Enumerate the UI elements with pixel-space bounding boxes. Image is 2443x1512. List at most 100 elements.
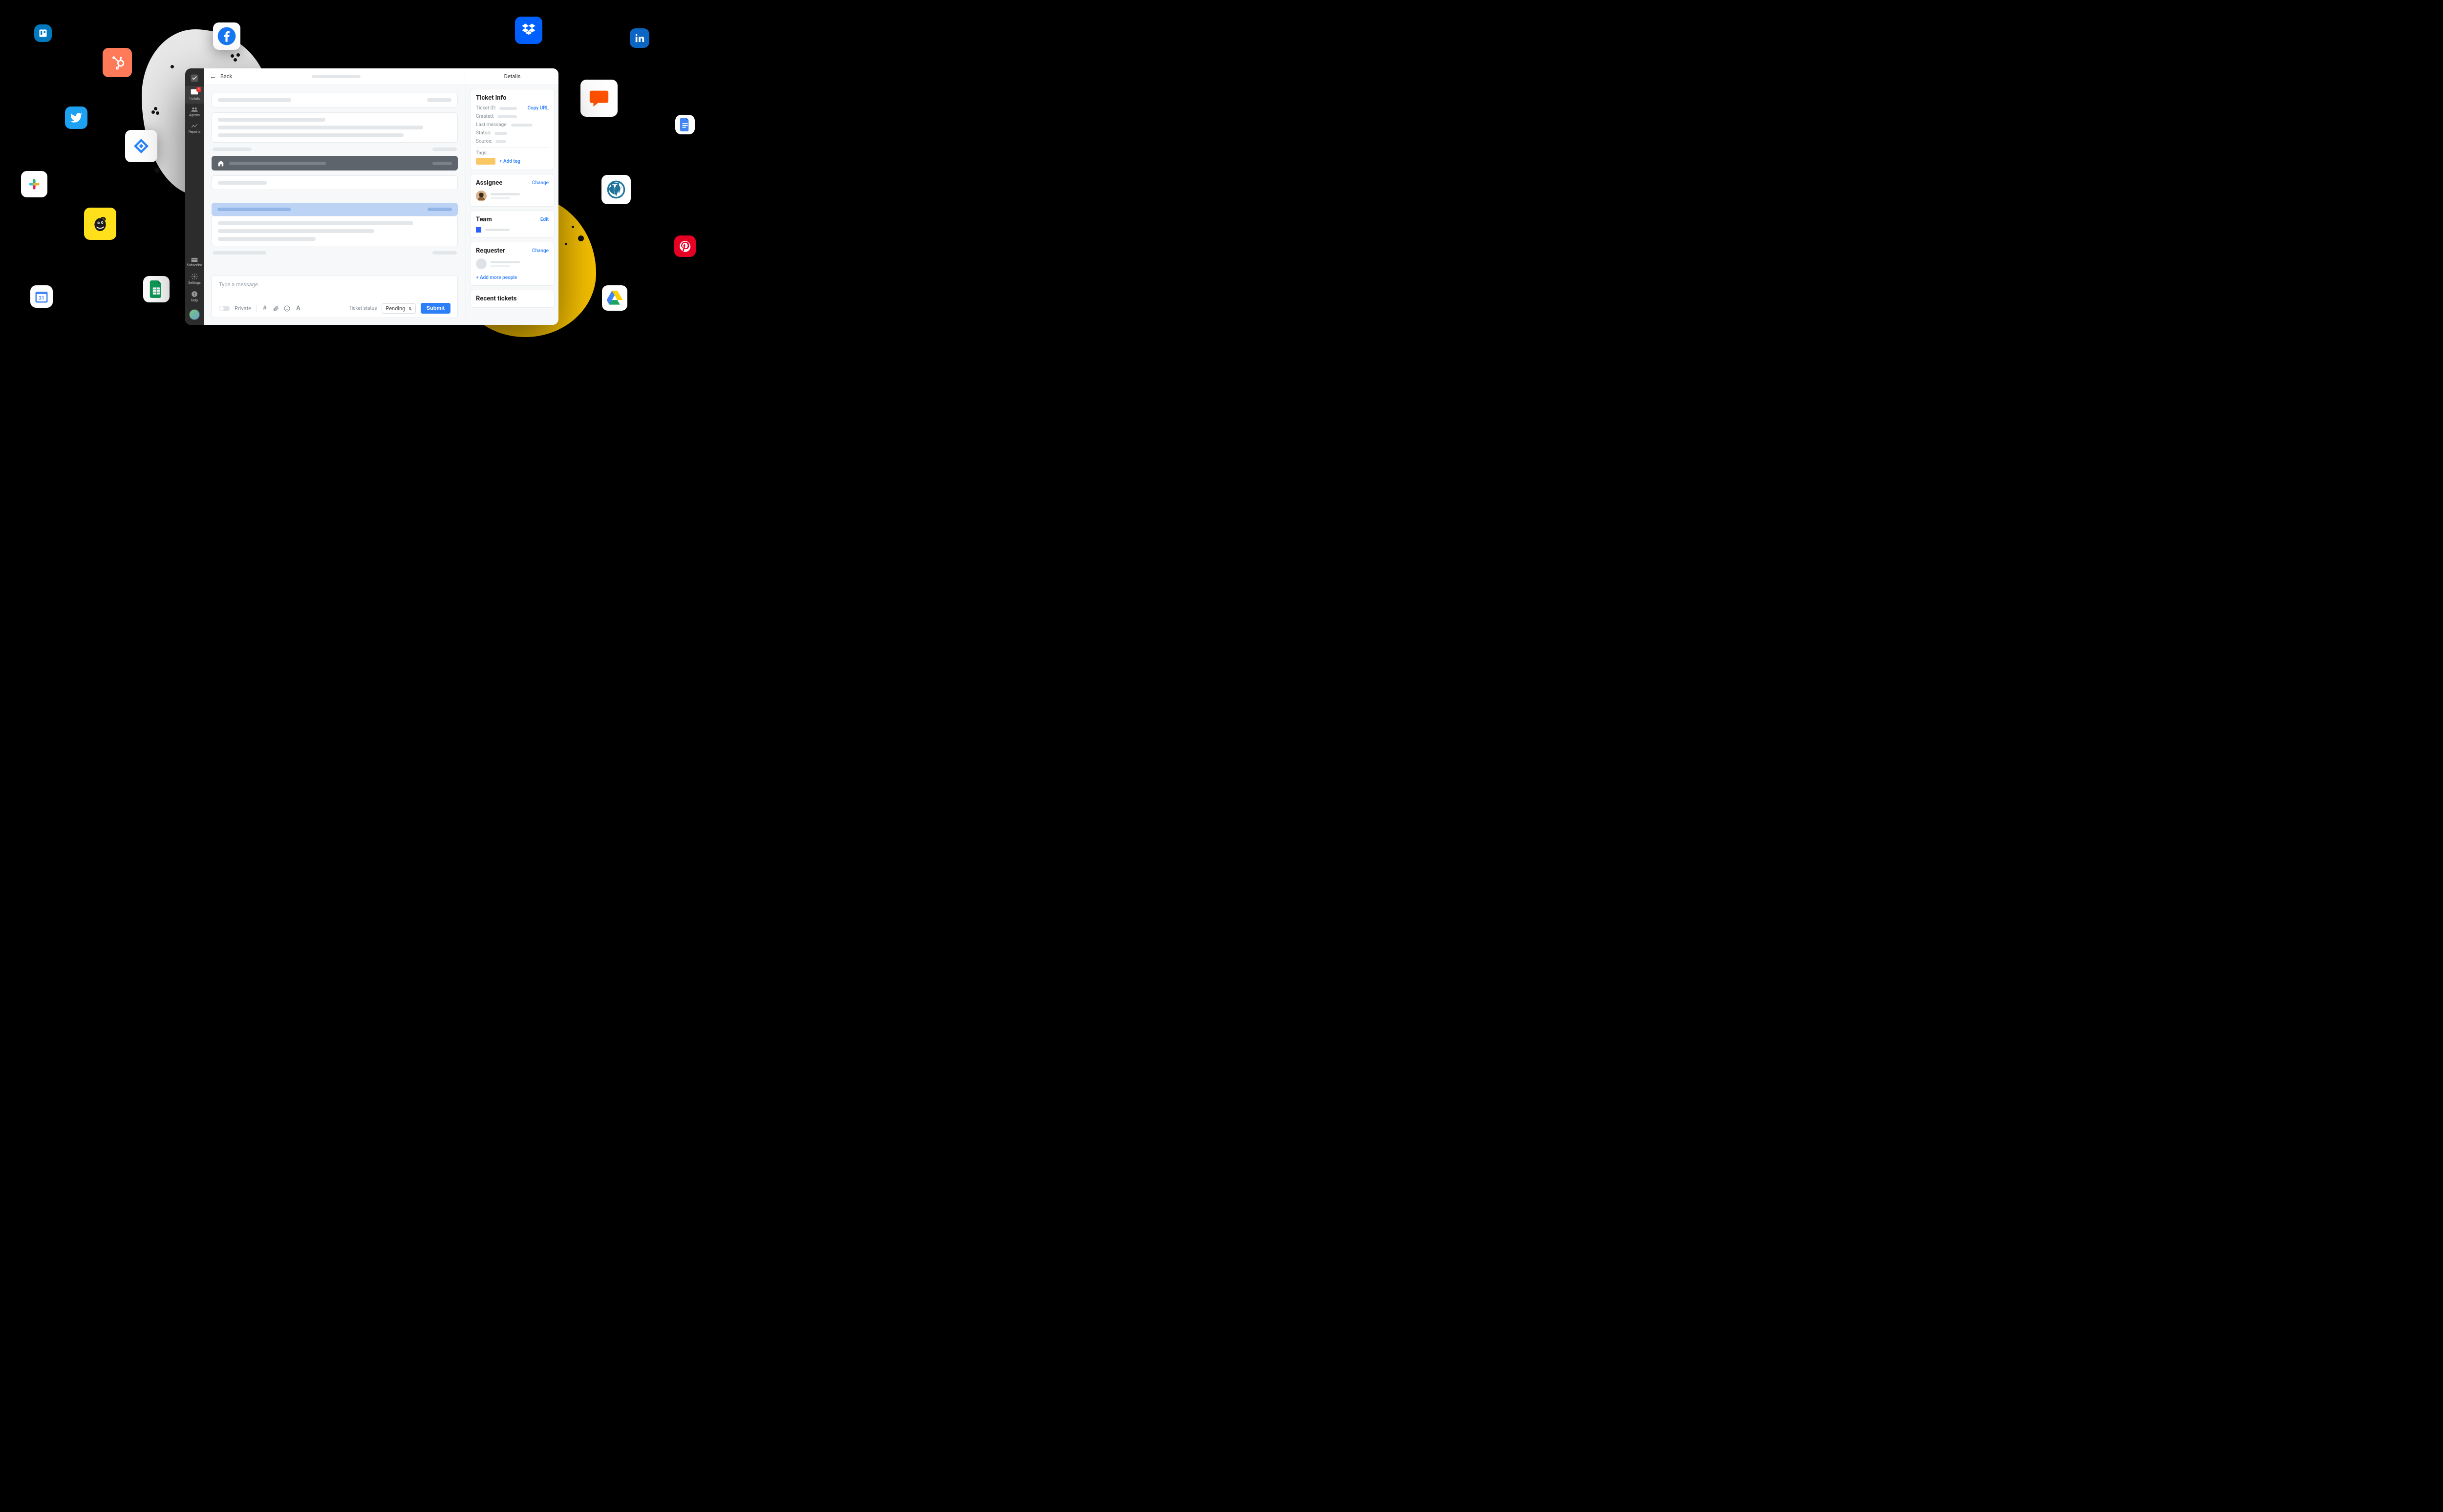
text-placeholder [218,118,325,122]
text-placeholder [218,229,374,233]
format-icon[interactable]: A [295,305,301,312]
app-logo-icon [190,73,199,83]
trello-icon [34,24,52,42]
composer-toolbar: Private # A Ticket status Pen [219,303,450,314]
submit-button[interactable]: Submit [421,303,450,314]
google-calendar-icon: 31 [30,285,53,308]
app-window: 1 Tickets Agents Reports Subscribe Setti… [185,68,558,325]
decorative-dot [565,243,567,245]
google-drive-icon [602,285,627,311]
back-label[interactable]: Back [220,73,232,80]
back-arrow-icon[interactable]: ← [210,72,216,81]
emoji-icon[interactable] [284,305,290,312]
add-more-people-link[interactable]: + Add more people [476,275,517,280]
decorative-dot [154,107,157,110]
google-docs-icon [675,115,695,134]
sidebar-item-agents[interactable]: Agents [185,104,204,120]
details-body: Ticket info Ticket ID: Copy URL Created:… [466,85,558,325]
text-placeholder [491,197,510,199]
system-message [212,156,458,170]
status-row: Status: [476,130,549,136]
copy-url-link[interactable]: Copy URL [528,106,549,111]
value-placeholder [495,140,506,143]
text-placeholder [218,237,316,241]
text-placeholder [485,229,510,231]
attachment-icon[interactable] [273,305,279,312]
ticket-id-row: Ticket ID: Copy URL [476,106,549,111]
linkedin-icon [630,28,649,48]
sidebar-item-label: Settings [188,281,201,285]
text-placeholder [432,251,457,255]
pinterest-icon [674,235,696,257]
decorative-dot [171,65,174,68]
text-placeholder [217,208,291,211]
sidebar-item-label: Agents [189,113,200,117]
user-avatar[interactable] [189,309,200,320]
conversation-header: ← Back [204,68,466,85]
sidebar-item-subscribe[interactable]: Subscribe [185,255,204,270]
value-placeholder [494,132,507,135]
requester-panel: Requester Change + Add more people [470,242,555,286]
text-placeholder [218,181,267,185]
message-input[interactable]: Type a message... [219,281,450,300]
sidebar-item-label: Help [191,298,198,302]
text-placeholder [229,162,326,165]
sidebar-item-reports[interactable]: Reports [185,120,204,137]
message-card [212,93,458,107]
private-toggle[interactable] [219,306,230,311]
text-placeholder [427,98,451,102]
text-placeholder [491,265,510,267]
text-placeholder [491,261,520,263]
text-placeholder [218,133,404,137]
sidebar-item-help[interactable]: ? Help [185,288,204,305]
hash-icon[interactable]: # [261,305,268,312]
decorative-dot [154,168,160,173]
help-icon: ? [191,291,198,298]
value-placeholder [499,107,517,110]
assignee-panel: Assignee Change [470,174,555,207]
twitter-icon [65,106,87,129]
created-row: Created: [476,114,549,119]
hubspot-icon [103,48,132,77]
tag-chip[interactable] [476,158,495,165]
meta-row [212,251,458,255]
sidebar-item-label: Tickets [189,97,200,101]
change-requester-link[interactable]: Change [532,248,549,254]
message-card [212,112,458,143]
tickets-badge: 1 [196,87,201,92]
change-assignee-link[interactable]: Change [532,180,549,186]
decorative-dot [572,226,574,228]
message-composer: Type a message... Private # A [212,275,458,318]
sidebar-item-settings[interactable]: Settings [185,270,204,288]
conversation-body [204,85,466,270]
sidebar: 1 Tickets Agents Reports Subscribe Setti… [185,68,204,325]
facebook-icon [213,22,240,50]
decorative-dot [236,53,240,57]
text-placeholder [218,98,291,102]
ticket-info-panel: Ticket info Ticket ID: Copy URL Created:… [470,89,555,170]
edit-team-link[interactable]: Edit [540,217,549,222]
text-placeholder [218,221,413,225]
sidebar-item-label: Reports [189,130,200,134]
last-message-row: Last message: [476,122,549,128]
message-card [212,175,458,190]
add-tag-link[interactable]: + Add tag [499,159,520,164]
message-card [212,216,458,246]
source-row: Source: [476,139,549,144]
agent-message-header [212,203,458,216]
panel-title: Requester [476,247,505,255]
decorative-dot [234,58,237,62]
conversation-panel: ← Back [204,68,466,325]
google-sheets-icon [143,276,170,302]
sidebar-item-tickets[interactable]: 1 Tickets [185,86,204,104]
text-placeholder [432,162,452,165]
panel-title: Recent tickets [476,295,549,302]
title-placeholder [312,75,361,78]
reports-icon [191,123,198,129]
value-placeholder [511,124,533,127]
gear-icon [191,273,198,280]
panel-title: Team [476,216,492,223]
requester-avatar [476,258,487,269]
text-placeholder [491,193,520,195]
ticket-status-select[interactable]: Pending ⇅ [382,303,415,314]
